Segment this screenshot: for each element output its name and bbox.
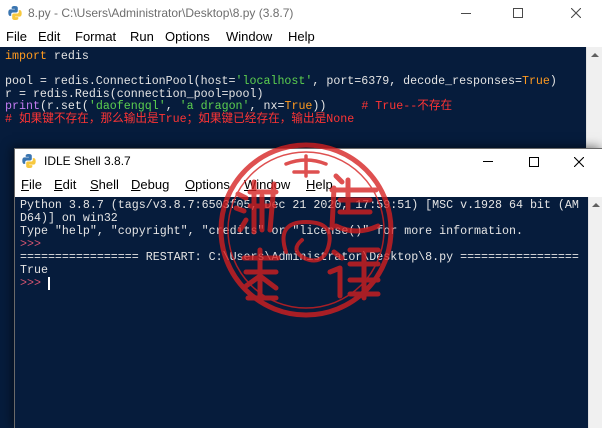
string-token: 'localhost' — [235, 75, 313, 89]
code-text: r = redis.Redis(connection_pool=pool) — [5, 87, 264, 101]
string-token: 'daofengql' — [88, 100, 166, 114]
menu-edit[interactable]: Edit — [54, 174, 76, 196]
menu-run[interactable]: Run — [130, 26, 154, 47]
banner-line: Python 3.8.7 (tags/v3.8.7:6503f05, Dec 2… — [20, 198, 579, 212]
menu-help[interactable]: Help — [306, 174, 333, 196]
shell-menu-bar: File Edit Shell Debug Options Window Hel… — [15, 174, 602, 197]
scroll-up-arrow-icon[interactable] — [591, 203, 600, 207]
text-cursor — [47, 276, 50, 290]
window-title: 8.py - C:\Users\Administrator\Desktop\8.… — [28, 6, 294, 20]
shell-prompt: >>> — [20, 237, 48, 251]
minimize-button[interactable] — [443, 0, 489, 26]
code-text: (r.set( — [39, 100, 89, 114]
output-line: True — [20, 263, 48, 277]
shell-scrollbar[interactable] — [588, 197, 602, 428]
code-text: , — [165, 100, 180, 114]
shell-prompt: >>> — [20, 276, 48, 290]
keyword-token: True — [284, 100, 313, 114]
code-line: # 如果键不存在，那么输出是True；如果键已经存在，输出是None — [5, 112, 586, 127]
code-text: , nx= — [249, 100, 285, 114]
menu-debug[interactable]: Debug — [131, 174, 169, 196]
banner-line: Type "help", "copyright", "credits" or "… — [20, 224, 523, 238]
builtin-token: print — [5, 100, 40, 114]
maximize-button[interactable] — [511, 149, 557, 174]
minimize-button[interactable] — [465, 149, 511, 174]
menu-file[interactable]: File — [6, 26, 27, 47]
maximize-icon — [529, 156, 539, 167]
window-title: IDLE Shell 3.8.7 — [44, 154, 131, 168]
prompt-line: >>> — [20, 238, 588, 251]
minimize-icon — [483, 161, 493, 162]
scroll-up-arrow-icon[interactable] — [590, 53, 599, 57]
menu-help[interactable]: Help — [288, 26, 315, 47]
close-button[interactable] — [556, 149, 602, 174]
code-text: pool = redis.ConnectionPool(host= — [5, 75, 236, 89]
restart-line: ================= RESTART: C:\Users\Admi… — [20, 250, 579, 264]
menu-options[interactable]: Options — [165, 26, 210, 47]
comment-token: # 如果键不存在，那么输出是True；如果键已经存在，输出是None — [5, 112, 355, 126]
close-icon — [571, 8, 581, 18]
keyword-token: import — [5, 50, 47, 63]
menu-edit[interactable]: Edit — [38, 26, 60, 47]
code-text: , port=6379, decode_responses= — [312, 75, 522, 89]
code-text: )) — [312, 100, 362, 114]
menu-format[interactable]: Format — [75, 26, 116, 47]
maximize-button[interactable] — [495, 0, 541, 26]
shell-text-area[interactable]: Python 3.8.7 (tags/v3.8.7:6503f05, Dec 2… — [15, 197, 588, 428]
menu-window[interactable]: Window — [244, 174, 290, 196]
menu-options[interactable]: Options — [185, 174, 230, 196]
shell-window: IDLE Shell 3.8.7 File Edit Shell Debug O… — [14, 148, 602, 428]
code-text: redis — [46, 50, 89, 63]
comment-token: # True--不存在 — [361, 100, 453, 114]
python-icon — [21, 153, 37, 169]
keyword-token: True — [521, 75, 550, 89]
python-icon — [7, 5, 23, 21]
menu-shell[interactable]: Shell — [90, 174, 119, 196]
code-line: import redis — [5, 50, 586, 64]
editor-title-bar[interactable]: 8.py - C:\Users\Administrator\Desktop\8.… — [0, 0, 602, 26]
string-token: 'a dragon' — [179, 100, 250, 114]
shell-title-bar[interactable]: IDLE Shell 3.8.7 — [15, 149, 602, 174]
minimize-icon — [461, 12, 471, 14]
code-text: ) — [549, 75, 557, 89]
maximize-icon — [513, 8, 523, 18]
menu-window[interactable]: Window — [226, 26, 272, 47]
close-button[interactable] — [553, 0, 599, 26]
close-icon — [574, 156, 584, 167]
banner-line: D64)] on win32 — [20, 211, 118, 225]
editor-menu-bar: File Edit Format Run Options Window Help — [0, 26, 602, 47]
prompt-line: >>> — [20, 276, 588, 290]
menu-file[interactable]: File — [21, 174, 42, 196]
